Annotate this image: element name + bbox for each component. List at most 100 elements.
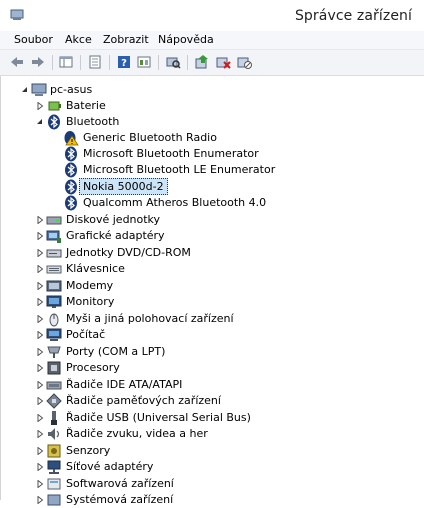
- help-icon[interactable]: ?: [116, 54, 132, 70]
- tree-item-pocitac[interactable]: Počítač: [1, 327, 424, 343]
- tree-item-label: Řadiče USB (Universal Serial Bus): [66, 411, 251, 424]
- tree-item-sitove-adaptery[interactable]: Síťové adaptéry: [1, 459, 424, 475]
- uninstall-icon[interactable]: [215, 54, 231, 70]
- device-tree: pc-asus Baterie Bluetooth Generic Blueto…: [0, 76, 424, 506]
- expand-arrow-icon[interactable]: [36, 414, 44, 422]
- collapse-arrow-icon[interactable]: [21, 86, 29, 94]
- tree-item-softwarova-zarizeni[interactable]: Softwarová zařízení: [1, 476, 424, 492]
- tree-item-monitory[interactable]: Monitory: [1, 294, 424, 310]
- expand-arrow-icon[interactable]: [36, 496, 44, 504]
- computer-icon: [46, 328, 62, 341]
- tree-item-label: Klávesnice: [66, 262, 125, 275]
- tree-item-klavesnice[interactable]: Klávesnice: [1, 261, 424, 277]
- tree-item-senzory[interactable]: Senzory: [1, 443, 424, 459]
- tree-item-label: Microsoft Bluetooth LE Enumerator: [83, 163, 276, 176]
- expand-arrow-icon[interactable]: [36, 381, 44, 389]
- keyboard-icon: [46, 265, 62, 274]
- back-icon[interactable]: [9, 54, 25, 70]
- bluetooth-icon: [65, 146, 77, 162]
- tree-item-diskove-jednotky[interactable]: Diskové jednotky: [1, 212, 424, 228]
- tree-item-graficke-adaptery[interactable]: Grafické adaptéry: [1, 228, 424, 244]
- storage-controller-icon: [46, 393, 62, 409]
- warning-icon: [64, 131, 79, 146]
- tree-item-modemy[interactable]: Modemy: [1, 278, 424, 294]
- expand-arrow-icon[interactable]: [36, 447, 44, 455]
- tree-item-procesory[interactable]: Procesory: [1, 360, 424, 376]
- tree-item-baterie[interactable]: Baterie: [1, 98, 424, 114]
- tree-item-systemova-zarizeni[interactable]: Systémová zařízení: [1, 492, 424, 508]
- tree-item-label: Monitory: [66, 295, 115, 308]
- tree-root-label: pc-asus: [50, 83, 93, 96]
- tree-item-jednotky-dvd[interactable]: Jednotky DVD/CD-ROM: [1, 245, 424, 261]
- display-adapter-icon: [46, 230, 61, 243]
- expand-arrow-icon[interactable]: [36, 480, 44, 488]
- tree-item-radice-pametovych[interactable]: Řadiče paměťových zařízení: [1, 393, 424, 409]
- tree-root[interactable]: pc-asus: [1, 82, 424, 98]
- menu-akce[interactable]: Akce: [65, 33, 92, 46]
- expand-arrow-icon[interactable]: [36, 364, 44, 372]
- expand-arrow-icon[interactable]: [36, 315, 44, 323]
- menu-soubor[interactable]: Soubor: [14, 33, 53, 46]
- modem-icon: [46, 280, 62, 292]
- svg-text:?: ?: [121, 58, 127, 69]
- bluetooth-icon: [65, 195, 77, 211]
- expand-arrow-icon[interactable]: [36, 102, 44, 110]
- expand-arrow-icon[interactable]: [36, 249, 44, 257]
- action-view-icon[interactable]: [136, 54, 152, 70]
- sound-icon: [48, 428, 60, 440]
- menu-zobrazit[interactable]: Zobrazit: [103, 33, 149, 46]
- tree-item-label: Síťové adaptéry: [66, 460, 154, 473]
- tree-item-label: Řadiče paměťových zařízení: [66, 394, 221, 407]
- tree-item-label: Generic Bluetooth Radio: [83, 131, 217, 144]
- scan-hardware-icon[interactable]: [165, 54, 181, 70]
- title-bar: Správce zařízení: [0, 0, 424, 31]
- collapse-arrow-icon[interactable]: [36, 118, 44, 126]
- tree-item-label: Myši a jiná polohovací zařízení: [66, 312, 234, 325]
- expand-arrow-icon[interactable]: [36, 282, 44, 290]
- bluetooth-icon: [65, 162, 77, 178]
- sensor-icon: [47, 444, 61, 458]
- tree-item-mysi[interactable]: Myši a jiná polohovací zařízení: [1, 311, 424, 327]
- tree-item-ms-bluetooth-enumerator[interactable]: Microsoft Bluetooth Enumerator: [1, 146, 424, 162]
- expand-arrow-icon[interactable]: [36, 216, 44, 224]
- tree-item-radice-zvuku[interactable]: Řadiče zvuku, videa a her: [1, 426, 424, 442]
- expand-arrow-icon[interactable]: [36, 331, 44, 339]
- tree-item-radice-usb[interactable]: Řadiče USB (Universal Serial Bus): [1, 410, 424, 426]
- forward-icon[interactable]: [30, 54, 46, 70]
- expand-arrow-icon[interactable]: [36, 232, 44, 240]
- battery-icon: [48, 101, 61, 111]
- toolbar-separator: [187, 55, 188, 70]
- expand-arrow-icon[interactable]: [36, 463, 44, 471]
- tree-item-qualcomm-atheros-bluetooth[interactable]: Qualcomm Atheros Bluetooth 4.0: [1, 195, 424, 211]
- expand-arrow-icon[interactable]: [36, 430, 44, 438]
- expand-arrow-icon[interactable]: [36, 397, 44, 405]
- toolbar-separator: [109, 55, 110, 70]
- menu-bar: Soubor Akce Zobrazit Nápověda: [0, 31, 424, 50]
- menu-napoveda[interactable]: Nápověda: [158, 33, 214, 46]
- tree-item-label: Modemy: [66, 279, 114, 292]
- properties-icon[interactable]: [87, 54, 103, 70]
- disable-icon[interactable]: [236, 54, 252, 70]
- tree-item-label: Jednotky DVD/CD-ROM: [66, 246, 191, 259]
- tree-item-nokia-5000d-2[interactable]: Nokia 5000d-2: [1, 178, 424, 195]
- expand-arrow-icon[interactable]: [36, 298, 44, 306]
- usb-icon: [51, 411, 57, 425]
- window-title: Správce zařízení: [294, 8, 412, 24]
- update-driver-icon[interactable]: [194, 54, 210, 70]
- show-hide-tree-icon[interactable]: [58, 54, 74, 70]
- tree-item-radice-ide[interactable]: Řadiče IDE ATA/ATAPI: [1, 377, 424, 393]
- tree-item-label: Systémová zařízení: [66, 493, 174, 506]
- disk-icon: [46, 216, 62, 225]
- expand-arrow-icon[interactable]: [36, 265, 44, 273]
- tree-item-bluetooth[interactable]: Bluetooth: [1, 114, 424, 130]
- ide-controller-icon: [46, 381, 62, 390]
- tree-item-ms-bluetooth-le-enumerator[interactable]: Microsoft Bluetooth LE Enumerator: [1, 162, 424, 178]
- tree-item-label: Baterie: [66, 99, 106, 112]
- tree-item-label: Počítač: [66, 328, 106, 341]
- tree-item-porty[interactable]: Porty (COM a LPT): [1, 344, 424, 360]
- toolbar: ?: [0, 50, 424, 76]
- tree-item-generic-bluetooth-radio[interactable]: Generic Bluetooth Radio: [1, 130, 424, 146]
- tree-item-label: Řadiče IDE ATA/ATAPI: [66, 378, 183, 391]
- toolbar-separator: [158, 55, 159, 70]
- expand-arrow-icon[interactable]: [36, 348, 44, 356]
